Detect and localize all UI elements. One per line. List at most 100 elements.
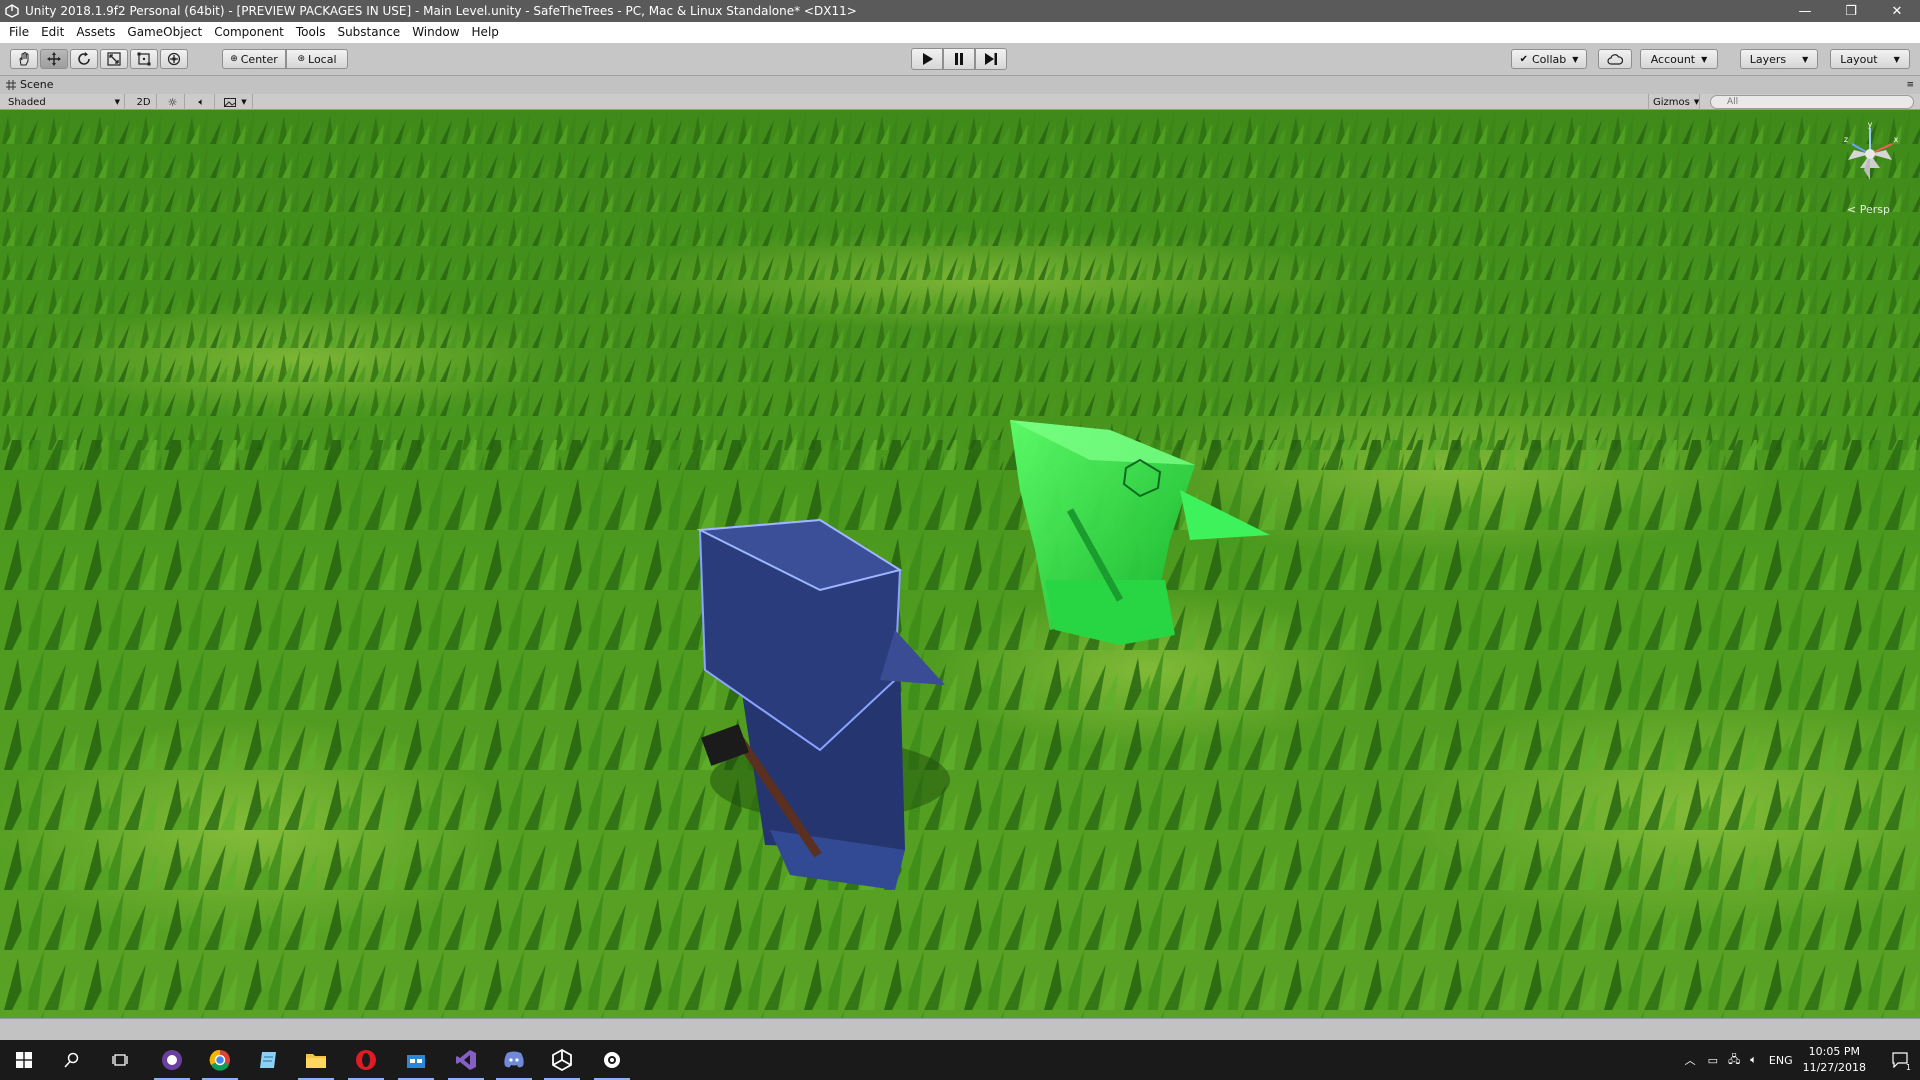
menu-edit[interactable]: Edit	[35, 22, 70, 43]
menu-bar: File Edit Assets GameObject Component To…	[0, 22, 1920, 43]
gizmos-label: Gizmos	[1653, 96, 1690, 108]
start-button[interactable]	[0, 1040, 48, 1080]
taskbar-file-explorer[interactable]	[292, 1040, 340, 1080]
scene-viewport[interactable]: y x z < Persp	[0, 110, 1920, 1018]
rotate-icon	[78, 52, 90, 65]
grid-icon	[6, 79, 16, 90]
image-icon	[224, 97, 237, 107]
layout-dropdown[interactable]: Layout ▼	[1830, 49, 1910, 69]
main-toolbar: ⊕ Center ⊛ Local ✔ Collab ▼ Account ▼ La…	[0, 43, 1920, 76]
hand-tool-button[interactable]	[10, 49, 38, 69]
taskbar-store[interactable]	[392, 1040, 440, 1080]
taskbar-settings[interactable]	[588, 1040, 636, 1080]
scene-tab-bar: Scene ≡	[0, 76, 1920, 94]
cloud-icon	[1607, 53, 1623, 65]
windows-taskbar: ︿ ▭ 🖧︎ 🔈︎ ENG 10:05 PM 11/27/2018 1	[0, 1040, 1920, 1080]
scene-options-bar: Shaded ▼ 2D ☼ 🔈︎ ▼ Gizmos ▼ ⚲	[0, 94, 1920, 110]
chevron-down-icon: ▼	[1701, 54, 1708, 64]
gizmo-x-label: x	[1894, 135, 1899, 144]
orientation-gizmo[interactable]: y x z	[1838, 120, 1902, 200]
effects-dropdown[interactable]: ▼	[219, 94, 253, 110]
close-icon: ✕	[1891, 3, 1903, 19]
chevron-up-icon[interactable]: ︿	[1685, 1052, 1696, 1068]
menu-gameobject[interactable]: GameObject	[121, 22, 208, 43]
task-view-button[interactable]	[96, 1040, 144, 1080]
move-tool-button[interactable]	[40, 49, 68, 69]
chevron-down-icon: ▼	[114, 98, 120, 106]
menu-file[interactable]: File	[3, 22, 35, 43]
checkmark-icon: ✔	[1519, 53, 1528, 65]
pause-button[interactable]	[943, 48, 975, 70]
gizmo-z-label: z	[1844, 135, 1848, 144]
minimize-button[interactable]: —	[1782, 0, 1828, 22]
transform-icon	[167, 52, 181, 66]
account-dropdown[interactable]: Account ▼	[1640, 49, 1718, 69]
start-icon	[16, 1052, 32, 1068]
action-center-button[interactable]: 1	[1880, 1040, 1920, 1080]
menu-help[interactable]: Help	[466, 22, 505, 43]
clock[interactable]: 10:05 PM 11/27/2018	[1803, 1044, 1866, 1076]
hierarchy-search-input[interactable]	[1710, 95, 1914, 109]
volume-icon[interactable]: 🔈︎	[1750, 1053, 1757, 1067]
rotate-tool-button[interactable]	[70, 49, 98, 69]
notes-icon	[260, 1052, 276, 1068]
search-button[interactable]	[48, 1040, 96, 1080]
taskbar-notes[interactable]	[244, 1040, 292, 1080]
sun-icon: ☼	[167, 95, 178, 109]
toggle-2d-button[interactable]: 2D	[131, 94, 157, 110]
shading-mode-dropdown[interactable]: Shaded ▼	[4, 94, 125, 110]
gizmos-dropdown[interactable]: Gizmos ▼	[1648, 94, 1700, 110]
shading-mode-label: Shaded	[8, 96, 46, 108]
menu-window[interactable]: Window	[406, 22, 465, 43]
layers-dropdown[interactable]: Layers ▼	[1740, 49, 1818, 69]
clock-time: 10:05 PM	[1808, 1045, 1860, 1058]
restore-button[interactable]: ❐	[1828, 0, 1874, 22]
pivot-local-button[interactable]: ⊛ Local	[286, 49, 348, 69]
gizmo-y-label: y	[1868, 120, 1873, 129]
menu-assets[interactable]: Assets	[70, 22, 121, 43]
step-button[interactable]	[975, 48, 1007, 70]
projection-label[interactable]: < Persp	[1847, 203, 1890, 216]
taskbar-chrome[interactable]	[196, 1040, 244, 1080]
menu-component[interactable]: Component	[208, 22, 290, 43]
close-button[interactable]: ✕	[1874, 0, 1920, 22]
chrome-icon	[209, 1049, 230, 1071]
taskbar-opera[interactable]	[342, 1040, 390, 1080]
speaker-icon: 🔈︎	[198, 96, 205, 108]
panel-menu-icon[interactable]: ≡	[1906, 80, 1914, 90]
menu-substance[interactable]: Substance	[331, 22, 406, 43]
hand-icon	[19, 52, 29, 66]
play-button[interactable]	[911, 48, 943, 70]
collab-label: Collab	[1531, 52, 1567, 66]
battery-icon[interactable]: ▭	[1708, 1054, 1718, 1067]
menu-tools[interactable]: Tools	[290, 22, 332, 43]
taskbar-visual-studio[interactable]	[442, 1040, 490, 1080]
network-icon[interactable]: 🖧︎	[1728, 1051, 1740, 1070]
chevron-down-icon: ▼	[1802, 54, 1809, 64]
settings-icon	[604, 1052, 620, 1068]
chevron-down-icon: ▼	[1693, 98, 1700, 106]
scene-render	[0, 110, 1920, 1018]
cloud-button[interactable]	[1598, 49, 1632, 69]
scale-tool-button[interactable]	[100, 49, 128, 69]
transform-tool-button[interactable]	[160, 49, 188, 69]
unity-icon	[552, 1049, 572, 1071]
layers-label: Layers	[1749, 52, 1787, 66]
step-icon	[985, 53, 997, 65]
chevron-down-icon: ▼	[241, 98, 247, 106]
taskbar-app-purple[interactable]	[148, 1040, 196, 1080]
app-purple-icon	[162, 1050, 182, 1070]
file-explorer-icon	[306, 1054, 326, 1068]
lighting-toggle[interactable]: ☼	[161, 94, 185, 110]
collab-dropdown[interactable]: ✔ Collab ▼	[1511, 49, 1587, 69]
taskbar-unity[interactable]	[538, 1040, 586, 1080]
rect-tool-button[interactable]	[130, 49, 158, 69]
pause-icon	[955, 53, 963, 65]
scale-icon	[107, 52, 121, 66]
tab-scene[interactable]: Scene	[6, 78, 54, 91]
input-language[interactable]: ENG	[1769, 1054, 1793, 1067]
pivot-center-button[interactable]: ⊕ Center	[222, 49, 286, 69]
taskbar-discord[interactable]	[490, 1040, 538, 1080]
system-tray: ︿ ▭ 🖧︎ 🔈︎ ENG 10:05 PM 11/27/2018 1	[1685, 1040, 1920, 1080]
audio-toggle[interactable]: 🔈︎	[189, 94, 215, 110]
